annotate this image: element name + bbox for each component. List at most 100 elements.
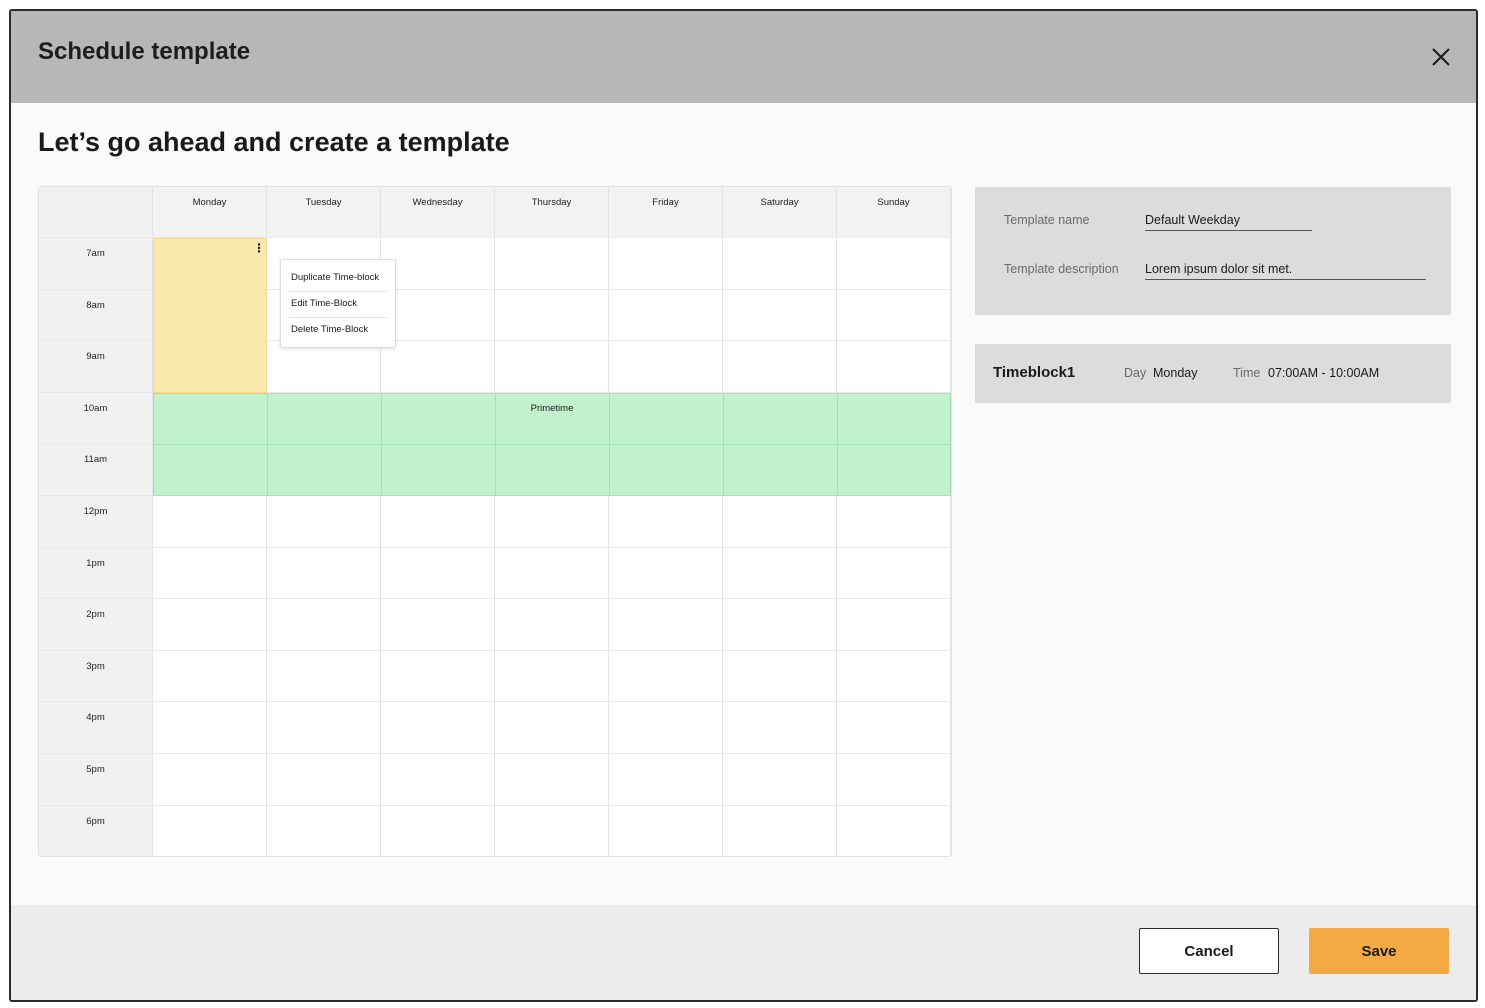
template-name-label: Template name (1004, 213, 1090, 227)
template-description-label: Template description (1004, 262, 1119, 276)
time-slot[interactable] (609, 599, 723, 651)
day-header-saturday: Saturday (723, 187, 837, 238)
delete-timeblock-menu-item[interactable]: Delete Time-Block (291, 324, 368, 335)
time-slot[interactable] (723, 754, 837, 806)
time-slot[interactable] (381, 547, 495, 600)
timeblock-summary-card[interactable]: Timeblock1 Day Monday Time 07:00AM - 10:… (975, 344, 1451, 403)
time-slot[interactable] (381, 754, 495, 806)
hour-label-9am: 9am (39, 341, 153, 393)
time-slot[interactable] (153, 650, 267, 703)
hour-label-3pm: 3pm (39, 650, 153, 703)
time-slot[interactable] (267, 547, 381, 600)
time-slot[interactable] (609, 805, 723, 856)
time-slot[interactable] (495, 599, 609, 651)
time-slot[interactable] (609, 547, 723, 600)
time-slot[interactable] (267, 599, 381, 651)
time-slot[interactable] (495, 289, 609, 342)
time-slot[interactable] (381, 805, 495, 856)
day-header-monday: Monday (153, 187, 267, 238)
more-options-icon[interactable]: ⋮ (253, 242, 265, 256)
time-slot[interactable] (267, 754, 381, 806)
time-slot[interactable] (609, 238, 723, 290)
menu-divider (289, 291, 387, 292)
time-slot[interactable] (495, 754, 609, 806)
time-slot[interactable] (837, 547, 951, 600)
time-slot[interactable] (381, 496, 495, 548)
dialog-footer: Cancel Save (11, 905, 1476, 1000)
time-slot[interactable] (723, 702, 837, 754)
time-slot[interactable] (267, 805, 381, 856)
time-slot[interactable] (495, 341, 609, 393)
time-slot[interactable] (153, 702, 267, 754)
time-slot[interactable] (723, 599, 837, 651)
time-slot[interactable] (381, 650, 495, 703)
time-slot[interactable] (381, 341, 495, 393)
hour-label-7am: 7am (39, 238, 153, 290)
save-button[interactable]: Save (1309, 928, 1449, 974)
time-slot[interactable] (723, 341, 837, 393)
time-slot[interactable] (495, 496, 609, 548)
time-slot[interactable] (267, 702, 381, 754)
time-slot[interactable] (153, 599, 267, 651)
time-slot[interactable] (609, 341, 723, 393)
duplicate-timeblock-menu-item[interactable]: Duplicate Time-block (291, 272, 379, 283)
time-slot[interactable] (837, 754, 951, 806)
day-header-sunday: Sunday (837, 187, 951, 238)
time-slot[interactable] (153, 754, 267, 806)
timeblock-day-label: Day (1124, 366, 1147, 380)
time-slot[interactable] (723, 496, 837, 548)
time-slot[interactable] (609, 289, 723, 342)
hour-label-6pm: 6pm (39, 805, 153, 856)
time-slot[interactable] (495, 650, 609, 703)
time-slot[interactable] (267, 341, 381, 393)
time-slot[interactable] (267, 496, 381, 548)
time-slot[interactable] (837, 496, 951, 548)
time-slot[interactable] (837, 650, 951, 703)
time-slot[interactable] (837, 805, 951, 856)
edit-timeblock-menu-item[interactable]: Edit Time-Block (291, 298, 357, 309)
time-slot[interactable] (381, 702, 495, 754)
time-slot[interactable] (837, 289, 951, 342)
time-slot[interactable] (837, 238, 951, 290)
time-slot[interactable] (381, 238, 495, 290)
time-slot[interactable] (723, 238, 837, 290)
time-slot[interactable] (381, 599, 495, 651)
time-slot[interactable] (723, 650, 837, 703)
time-slot[interactable] (723, 805, 837, 856)
template-description-input[interactable]: Lorem ipsum dolor sit met. (1145, 262, 1426, 280)
time-slot[interactable] (153, 547, 267, 600)
time-slot[interactable] (837, 341, 951, 393)
hour-label-4pm: 4pm (39, 702, 153, 754)
time-slot[interactable] (267, 650, 381, 703)
time-slot[interactable] (723, 289, 837, 342)
timeblock-primetime-label: Primetime (530, 402, 574, 414)
hour-label-11am: 11am (39, 444, 153, 496)
time-slot[interactable] (609, 496, 723, 548)
page-heading: Let’s go ahead and create a template (38, 127, 510, 157)
timeblock-context-menu: Duplicate Time-block Edit Time-Block Delet… (280, 259, 396, 348)
time-slot[interactable] (837, 702, 951, 754)
close-icon (1432, 48, 1450, 66)
day-header-wednesday: Wednesday (381, 187, 495, 238)
time-slot[interactable] (495, 238, 609, 290)
time-slot[interactable] (609, 754, 723, 806)
close-button[interactable] (1428, 44, 1454, 70)
timeblock-monday-morning[interactable] (153, 238, 267, 393)
time-slot[interactable] (381, 289, 495, 342)
template-name-input[interactable]: Default Weekday (1145, 213, 1312, 231)
time-slot[interactable] (609, 702, 723, 754)
time-slot[interactable] (609, 650, 723, 703)
time-slot[interactable] (495, 547, 609, 600)
time-slot[interactable] (723, 547, 837, 600)
dialog-header: Schedule template (11, 11, 1476, 103)
cancel-button[interactable]: Cancel (1139, 928, 1279, 974)
time-slot[interactable] (495, 805, 609, 856)
time-slot[interactable] (837, 599, 951, 651)
time-slot[interactable] (153, 496, 267, 548)
timeblock-day-value: Monday (1153, 366, 1198, 380)
day-header-friday: Friday (609, 187, 723, 238)
time-slot[interactable] (153, 805, 267, 856)
hour-label-2pm: 2pm (39, 599, 153, 651)
time-slot[interactable] (495, 702, 609, 754)
template-form: Template name Default Weekday Template d… (975, 187, 1451, 315)
